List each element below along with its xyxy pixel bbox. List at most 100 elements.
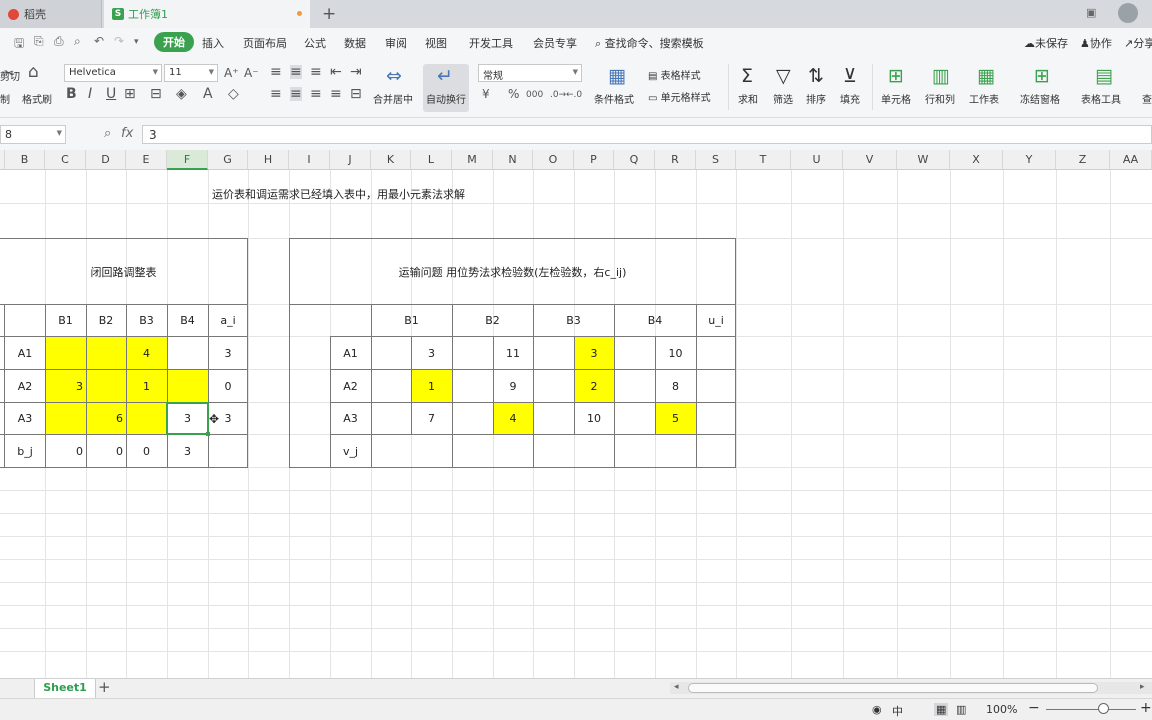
column-header[interactable]: Y <box>1003 150 1056 170</box>
currency-icon[interactable]: ¥ <box>482 87 490 101</box>
left-cell[interactable]: 0 <box>208 370 248 402</box>
border-icon[interactable]: ⊞ <box>124 87 136 101</box>
align-bottom-icon[interactable]: ≡ <box>310 65 322 79</box>
column-header[interactable]: E <box>126 150 167 170</box>
column-header[interactable]: B <box>5 150 45 170</box>
zoom-slider-handle[interactable] <box>1098 703 1109 714</box>
align-center-icon[interactable]: ≡ <box>290 87 302 101</box>
function-icon[interactable]: fx <box>121 126 133 141</box>
freeze-panes-icon[interactable]: ⊞ <box>1034 66 1050 86</box>
distribute-icon[interactable]: ⊟ <box>350 87 362 101</box>
sum-icon[interactable]: Σ <box>741 66 753 86</box>
collab-button[interactable]: ♟协作 <box>1080 35 1112 51</box>
left-cell[interactable]: 3 <box>45 370 86 402</box>
fill-color-icon[interactable]: ◈ <box>176 87 187 101</box>
indent-increase-icon[interactable]: ⇥ <box>350 65 362 79</box>
column-header[interactable]: G <box>208 150 248 170</box>
unsaved-status[interactable]: ☁未保存 <box>1024 35 1068 51</box>
merge-center-button[interactable]: 合并居中 <box>373 91 413 106</box>
increase-decimal-icon[interactable]: .0→ <box>550 88 566 102</box>
sheet-tab-sheet1[interactable]: Sheet1 <box>34 679 96 698</box>
zoom-slider-track[interactable] <box>1046 709 1136 710</box>
format-painter-icon[interactable]: ⌂ <box>28 64 39 81</box>
normal-view-icon[interactable]: ▦ <box>934 703 949 716</box>
left-cell[interactable]: 3 <box>208 337 248 369</box>
zoom-formula-icon[interactable]: ⌕ <box>104 126 111 141</box>
conditional-format-icon[interactable]: ▦ <box>608 66 626 86</box>
column-header[interactable]: R <box>655 150 696 170</box>
right-cell[interactable]: 8 <box>655 370 696 402</box>
right-cell[interactable]: 9 <box>493 370 533 402</box>
share-button[interactable]: ↗分享 <box>1124 35 1152 51</box>
wrap-text-button[interactable]: 自动换行 <box>426 91 466 106</box>
wrap-text-icon[interactable]: ↵ <box>437 66 453 86</box>
decrease-decimal-icon[interactable]: ←.0 <box>566 88 582 102</box>
column-header[interactable]: S <box>696 150 736 170</box>
fill-icon[interactable]: ⊻ <box>843 66 857 86</box>
column-header[interactable]: Q <box>614 150 655 170</box>
right-cell[interactable]: 3 <box>574 337 614 369</box>
bold-icon[interactable]: B <box>66 87 77 101</box>
decrease-font-icon[interactable]: A⁻ <box>244 66 259 80</box>
scrollbar-thumb[interactable] <box>688 683 1098 693</box>
strikethrough-icon[interactable]: ⊟ <box>150 87 162 101</box>
format-painter-button[interactable]: 格式刷 <box>22 91 52 106</box>
menu-view[interactable]: 视图 <box>425 35 447 51</box>
zoom-level[interactable]: 100% <box>986 703 1017 716</box>
row-col-button[interactable]: 行和列 <box>925 91 955 106</box>
right-cell[interactable]: 4 <box>493 403 533 434</box>
row-col-icon[interactable]: ▥ <box>932 66 950 86</box>
filter-icon[interactable]: ▽ <box>776 66 791 86</box>
column-header[interactable]: O <box>533 150 574 170</box>
align-top-icon[interactable]: ≡ <box>270 65 282 79</box>
save-icon[interactable]: 🖫 <box>14 34 24 55</box>
column-header[interactable]: J <box>330 150 371 170</box>
redo-icon[interactable]: ↷ <box>114 34 124 48</box>
column-header[interactable]: K <box>371 150 411 170</box>
font-color-icon[interactable]: A <box>203 87 213 101</box>
column-header[interactable]: M <box>452 150 493 170</box>
merge-center-icon[interactable]: ⇔ <box>386 66 402 86</box>
menu-review[interactable]: 审阅 <box>385 35 407 51</box>
right-cell[interactable]: 11 <box>493 337 533 369</box>
tab-workbook[interactable]: S 工作簿1 <box>104 0 310 28</box>
align-right-icon[interactable]: ≡ <box>310 87 322 101</box>
command-search[interactable]: ⌕ 查找命令、搜索模板 <box>595 35 704 51</box>
copy-button[interactable]: 制 <box>0 91 10 106</box>
column-header[interactable]: I <box>289 150 330 170</box>
column-header[interactable]: P <box>574 150 614 170</box>
menu-member[interactable]: 会员专享 <box>533 35 577 51</box>
freeze-panes-button[interactable]: 冻结窗格 <box>1020 91 1060 106</box>
left-cell[interactable]: 0 <box>86 435 126 467</box>
column-header[interactable]: U <box>791 150 843 170</box>
scroll-right-icon[interactable]: ▸ <box>1140 682 1145 692</box>
cell-button[interactable]: 单元格 <box>881 91 911 106</box>
quick-access-dropdown-icon[interactable]: ▾ <box>134 37 139 47</box>
cell-icon[interactable]: ⊞ <box>888 66 904 86</box>
justify-icon[interactable]: ≡ <box>330 87 342 101</box>
column-header[interactable]: N <box>493 150 533 170</box>
column-header[interactable]: AA <box>1110 150 1152 170</box>
ime-status[interactable]: 中 <box>892 703 903 719</box>
indent-decrease-icon[interactable]: ⇤ <box>330 65 342 79</box>
right-cell[interactable]: 5 <box>655 403 696 434</box>
percent-icon[interactable]: % <box>508 87 519 101</box>
menu-developer[interactable]: 开发工具 <box>469 35 513 51</box>
cell-style-button[interactable]: ▭ 单元格样式 <box>648 89 711 104</box>
left-cell[interactable]: 4 <box>126 337 167 369</box>
menu-home[interactable]: 开始 <box>154 32 194 52</box>
scroll-left-icon[interactable]: ◂ <box>674 682 679 692</box>
clear-format-icon[interactable]: ◇ <box>228 87 239 101</box>
spreadsheet-grid[interactable]: B C D E F G H I J K L M N O P Q R S T U … <box>0 150 1152 678</box>
column-header[interactable]: V <box>843 150 897 170</box>
sort-icon[interactable]: ⇅ <box>808 66 824 86</box>
table-tools-icon[interactable]: ▤ <box>1095 66 1113 86</box>
window-mode-icon[interactable]: ▣ <box>1086 6 1096 19</box>
increase-font-icon[interactable]: A⁺ <box>224 66 239 80</box>
column-header-active[interactable]: F <box>167 150 208 170</box>
page-layout-view-icon[interactable]: ▥ <box>956 703 966 716</box>
cut-button[interactable]: 剪切 <box>0 68 20 83</box>
print-icon[interactable]: ⎙ <box>54 34 64 49</box>
right-cell[interactable]: 10 <box>655 337 696 369</box>
eye-protection-icon[interactable]: ◉ <box>872 703 882 716</box>
